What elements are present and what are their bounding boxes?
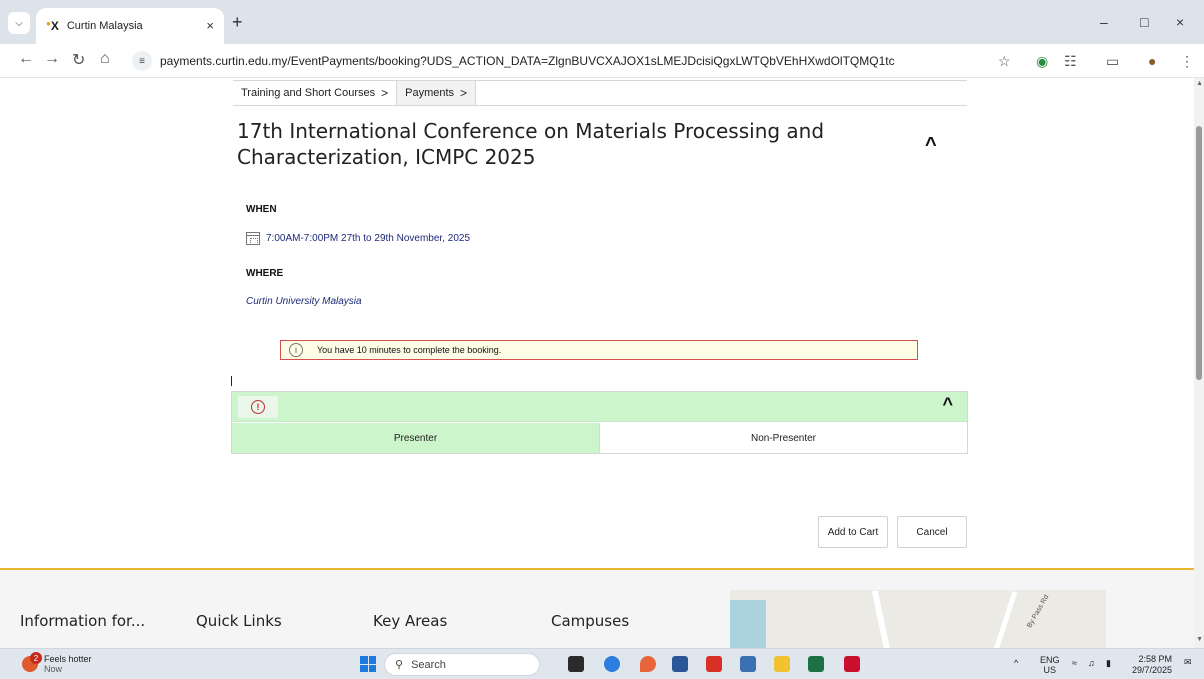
language-indicator[interactable]: ENG US <box>1040 655 1060 675</box>
windows-start-icon[interactable] <box>360 656 376 672</box>
collapse-tickets-icon[interactable]: ^ <box>942 394 953 415</box>
wifi-icon[interactable]: ≈ <box>1072 658 1077 668</box>
bookmark-star-icon[interactable]: ☆ <box>998 53 1011 70</box>
back-icon[interactable]: ← <box>18 50 34 68</box>
event-time: 7:00AM-7:00PM 27th to 29th November, 202… <box>246 232 470 245</box>
where-label: WHERE <box>246 268 284 279</box>
tab-title: Curtin Malaysia <box>66 20 143 32</box>
tab-non-presenter[interactable]: Non-Presenter <box>599 423 967 453</box>
text-cursor <box>231 376 232 386</box>
task-view-icon[interactable] <box>568 656 584 672</box>
thermometer-icon: 2 <box>22 652 42 672</box>
chevron-right-icon: > <box>381 86 389 100</box>
file-explorer-icon[interactable] <box>774 656 790 672</box>
scroll-down-icon[interactable]: ▼ <box>1196 636 1203 643</box>
home-icon[interactable]: ⌂ <box>100 50 110 68</box>
battery-icon[interactable]: ▮ <box>1106 658 1111 669</box>
ticket-type-panel: ! ^ Presenter Non-Presenter <box>231 391 968 454</box>
excel-icon[interactable] <box>808 656 824 672</box>
puzzle-icon[interactable]: ☷ <box>1064 53 1077 70</box>
tray-chevron-icon[interactable]: ^ <box>1014 658 1018 668</box>
footer-heading-key-areas: Key Areas <box>373 612 448 630</box>
address-bar[interactable]: ≡ payments.curtin.edu.my/EventPayments/b… <box>132 48 1012 74</box>
forward-icon[interactable]: → <box>44 50 60 68</box>
map-road <box>871 590 895 648</box>
ticket-type-tabs: Presenter Non-Presenter <box>232 423 967 453</box>
weather-sub: Now <box>44 664 63 674</box>
speaker-icon[interactable]: ♫ <box>1088 658 1095 668</box>
tab-search-icon[interactable]: ⌵ <box>8 12 30 34</box>
event-location[interactable]: Curtin University Malaysia <box>246 296 362 307</box>
menu-icon[interactable]: ⋮ <box>1180 53 1194 70</box>
search-icon: ⚲ <box>395 659 404 671</box>
system-clock[interactable]: 2:58 PM 29/7/2025 <box>1132 654 1172 676</box>
acrobat-icon[interactable] <box>706 656 722 672</box>
breadcrumb-item-payments[interactable]: Payments > <box>396 81 477 105</box>
add-to-cart-button[interactable]: Add to Cart <box>818 516 888 548</box>
chevron-right-icon: > <box>460 86 468 100</box>
map-water <box>730 600 766 648</box>
notification-badge: 2 <box>30 652 42 664</box>
map-road <box>987 591 1018 648</box>
footer-heading-campuses: Campuses <box>551 612 630 630</box>
new-tab-button[interactable]: + <box>232 12 243 33</box>
event-title: 17th International Conference on Materia… <box>237 119 825 169</box>
ticket-panel-header: ! ^ <box>232 392 967 422</box>
warning-icon: ! <box>251 400 265 414</box>
when-label: WHEN <box>246 204 277 215</box>
breadcrumb-item-training[interactable]: Training and Short Courses > <box>233 81 396 105</box>
scroll-up-icon[interactable]: ▲ <box>1196 80 1203 87</box>
breadcrumb: Training and Short Courses > Payments > <box>233 80 967 106</box>
tab-close-icon[interactable]: × <box>206 18 214 33</box>
extension-icon[interactable]: ◉ <box>1036 53 1048 70</box>
taskbar-search[interactable]: ⚲ Search <box>384 653 540 676</box>
weather-title: Feels hotter <box>44 654 92 664</box>
profile-icon[interactable]: ● <box>1148 53 1156 69</box>
weather-widget[interactable]: 2 Feels hotter Now <box>22 652 92 674</box>
reload-icon[interactable]: ↻ <box>72 50 85 70</box>
cast-icon[interactable]: ▭ <box>1106 53 1119 70</box>
site-footer: Information for... Quick Links Key Areas… <box>0 568 1194 648</box>
page-content: Training and Short Courses > Payments > … <box>0 78 1194 648</box>
minimize-button[interactable]: – <box>1100 14 1108 30</box>
footer-heading-information: Information for... <box>20 612 146 630</box>
footer-heading-quick-links: Quick Links <box>196 612 282 630</box>
warning-indicator: ! <box>238 396 278 418</box>
mcafee-icon[interactable] <box>844 656 860 672</box>
site-info-icon[interactable]: ≡ <box>132 51 152 71</box>
windows-taskbar: 2 Feels hotter Now ⚲ Search ^ ENG US ≈ ♫ … <box>0 648 1204 679</box>
browser-tab[interactable]: ●X Curtin Malaysia × <box>36 8 224 44</box>
map-road-label: By Pass Rd <box>1026 593 1051 630</box>
browser-toolbar: ← → ↻ ⌂ ≡ payments.curtin.edu.my/EventPa… <box>0 44 1204 78</box>
maximize-button[interactable]: □ <box>1140 14 1148 30</box>
calendar-icon <box>246 232 260 245</box>
scrollbar-thumb[interactable] <box>1196 126 1202 380</box>
calculator-icon[interactable] <box>740 656 756 672</box>
browser-tab-bar: ⌵ ●X Curtin Malaysia × + – □ × <box>0 0 1204 44</box>
word-icon[interactable] <box>672 656 688 672</box>
tab-presenter[interactable]: Presenter <box>232 423 599 453</box>
booking-timer-notice: i You have 10 minutes to complete the bo… <box>280 340 918 360</box>
cancel-button[interactable]: Cancel <box>897 516 967 548</box>
url-text: payments.curtin.edu.my/EventPayments/boo… <box>160 54 895 68</box>
curtin-favicon-icon: ●X <box>46 19 59 33</box>
app-icon[interactable] <box>640 656 656 672</box>
notification-icon[interactable]: ✉ <box>1184 657 1192 668</box>
campus-map[interactable]: By Pass Rd <box>730 590 1106 648</box>
chrome-icon[interactable] <box>604 656 620 672</box>
close-window-button[interactable]: × <box>1176 14 1184 30</box>
info-icon: i <box>289 343 303 357</box>
collapse-event-icon[interactable]: ^ <box>925 134 937 157</box>
